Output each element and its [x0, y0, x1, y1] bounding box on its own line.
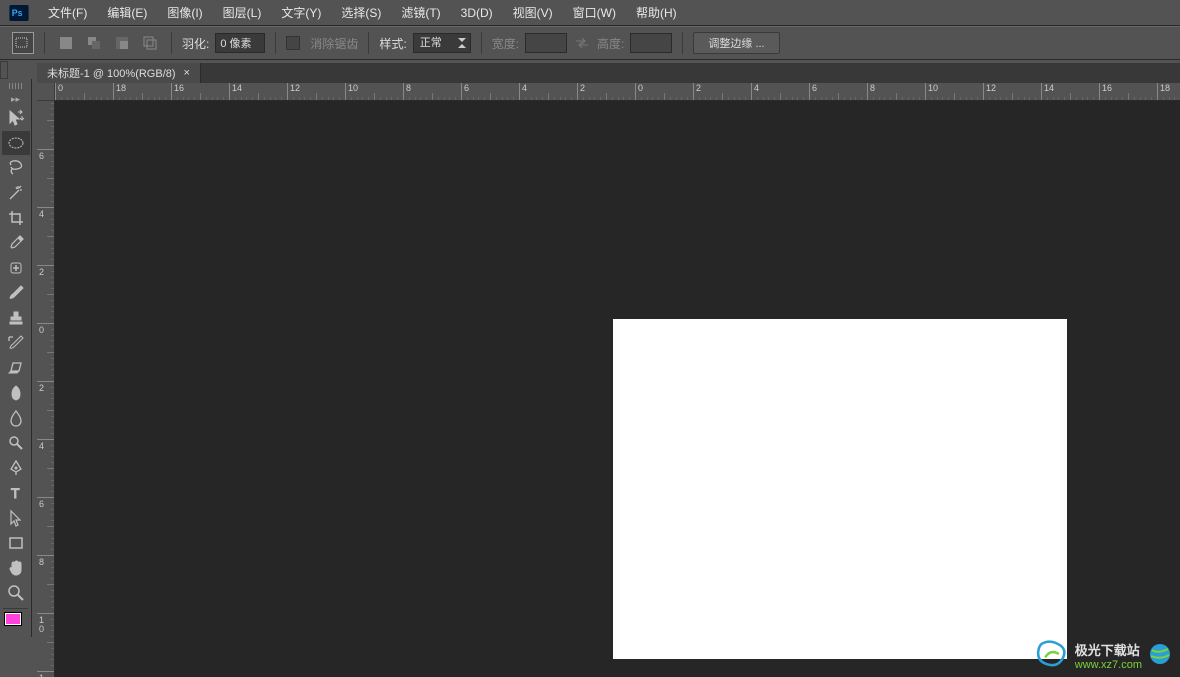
height-input — [630, 33, 672, 53]
menu-type[interactable]: 文字(Y) — [271, 0, 331, 25]
foreground-color[interactable] — [5, 613, 21, 625]
watermark-logo-icon — [1035, 640, 1069, 671]
history-brush-tool-icon[interactable] — [2, 331, 30, 355]
brush-tool-icon[interactable] — [2, 281, 30, 305]
tool-preset-icon[interactable] — [12, 32, 34, 54]
svg-text:Ps: Ps — [12, 8, 23, 18]
heal-tool-icon[interactable] — [2, 256, 30, 280]
options-bar: 羽化: 消除锯齿 样式: 正常 宽度: 高度: 调整边缘 ... — [0, 26, 1180, 60]
canvas-area[interactable]: 极光下载站 www.xz7.com — [55, 101, 1180, 677]
width-label: 宽度: — [492, 35, 519, 52]
menu-filter[interactable]: 滤镜(T) — [391, 0, 450, 25]
antialias-checkbox[interactable] — [286, 36, 300, 50]
horizontal-ruler[interactable]: 018161412108642024681012141618 — [37, 83, 1180, 101]
zoom-tool-icon[interactable] — [2, 581, 30, 605]
watermark-text: 极光下载站 www.xz7.com — [1075, 640, 1142, 671]
lasso-tool-icon[interactable] — [2, 156, 30, 180]
ruler-corner — [37, 83, 55, 101]
vertical-ruler[interactable]: 8642024681012 — [37, 101, 55, 677]
separator — [682, 32, 683, 54]
marquee-tool-icon[interactable] — [2, 131, 30, 155]
document-tab-bar: 未标题-1 @ 100%(RGB/8) × — [37, 63, 1180, 83]
swap-wh-icon[interactable] — [573, 36, 591, 50]
eraser-tool-icon[interactable] — [2, 356, 30, 380]
separator — [44, 32, 45, 54]
left-toolbox: ▸▸ T — [0, 79, 32, 637]
style-dropdown[interactable]: 正常 — [413, 33, 471, 53]
type-tool-icon[interactable]: T — [2, 481, 30, 505]
watermark: 极光下载站 www.xz7.com — [1035, 640, 1172, 671]
toolbox-expand-icon[interactable]: ▸▸ — [0, 93, 31, 105]
feather-input[interactable] — [215, 33, 265, 53]
gradient-tool-icon[interactable] — [2, 381, 30, 405]
sel-intersect-icon[interactable] — [139, 32, 161, 54]
document-canvas[interactable] — [613, 319, 1067, 659]
pen-tool-icon[interactable] — [2, 456, 30, 480]
watermark-url: www.xz7.com — [1075, 659, 1142, 671]
menu-bar: Ps 文件(F) 编辑(E) 图像(I) 图层(L) 文字(Y) 选择(S) 滤… — [0, 0, 1180, 26]
tab-close-icon[interactable]: × — [184, 67, 190, 79]
document-tab[interactable]: 未标题-1 @ 100%(RGB/8) × — [37, 63, 201, 83]
hand-tool-icon[interactable] — [2, 556, 30, 580]
sel-new-icon[interactable] — [55, 32, 77, 54]
menu-3d[interactable]: 3D(D) — [451, 2, 503, 24]
feather-label: 羽化: — [182, 35, 209, 52]
height-label: 高度: — [597, 35, 624, 52]
style-label: 样式: — [379, 35, 406, 52]
svg-text:T: T — [11, 485, 20, 501]
menu-view[interactable]: 视图(V) — [503, 0, 563, 25]
eyedropper-tool-icon[interactable] — [2, 231, 30, 255]
menu-edit[interactable]: 编辑(E) — [97, 0, 157, 25]
separator — [368, 32, 369, 54]
separator — [171, 32, 172, 54]
dodge-tool-icon[interactable] — [2, 431, 30, 455]
separator — [275, 32, 276, 54]
watermark-title: 极光下载站 — [1075, 640, 1142, 659]
separator — [481, 32, 482, 54]
refine-edge-button[interactable]: 调整边缘 ... — [693, 32, 779, 54]
blur-tool-icon[interactable] — [2, 406, 30, 430]
menu-file[interactable]: 文件(F) — [38, 0, 97, 25]
path-select-tool-icon[interactable] — [2, 506, 30, 530]
document-tab-title: 未标题-1 @ 100%(RGB/8) — [47, 65, 176, 81]
menu-window[interactable]: 窗口(W) — [563, 0, 626, 25]
shape-tool-icon[interactable] — [2, 531, 30, 555]
move-tool-icon[interactable] — [2, 106, 30, 130]
watermark-globe-icon — [1148, 642, 1172, 669]
stamp-tool-icon[interactable] — [2, 306, 30, 330]
sel-add-icon[interactable] — [83, 32, 105, 54]
antialias-label: 消除锯齿 — [310, 35, 358, 52]
toolbox-grip[interactable] — [0, 81, 31, 91]
color-swatch[interactable] — [5, 613, 27, 631]
menu-layer[interactable]: 图层(L) — [213, 0, 272, 25]
sel-subtract-icon[interactable] — [111, 32, 133, 54]
menu-help[interactable]: 帮助(H) — [626, 0, 687, 25]
menu-image[interactable]: 图像(I) — [157, 0, 212, 25]
menu-select[interactable]: 选择(S) — [331, 0, 391, 25]
app-logo: Ps — [8, 4, 30, 22]
width-input — [525, 33, 567, 53]
panel-handle[interactable] — [0, 61, 8, 79]
wand-tool-icon[interactable] — [2, 181, 30, 205]
crop-tool-icon[interactable] — [2, 206, 30, 230]
